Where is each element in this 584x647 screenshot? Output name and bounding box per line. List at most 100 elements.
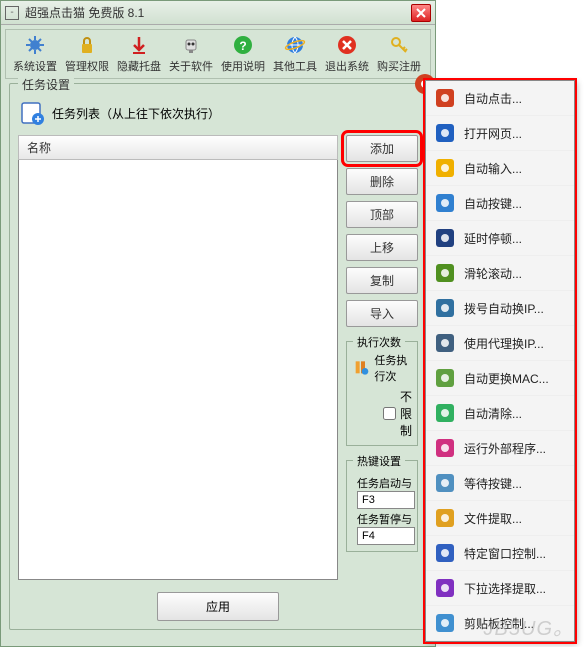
menu-item-file-extract[interactable]: 文件提取... [426, 501, 574, 536]
dial-change-ip-icon [434, 297, 456, 319]
arrow-down-icon [128, 34, 150, 56]
app-window: - 超强点击猫 免费版 8.1 系统设置管理权限隐藏托盘关于软件? 使用说明其他工… [0, 0, 436, 647]
up-button[interactable]: 上移 [346, 234, 418, 261]
menu-item-label: 自动点击... [464, 90, 522, 107]
wait-keypress-icon [434, 472, 456, 494]
menu-item-auto-input[interactable]: 自动输入... [426, 151, 574, 186]
menu-item-label: 等待按键... [464, 475, 522, 492]
menu-item-auto-keypress[interactable]: 自动按键... [426, 186, 574, 221]
menu-item-dropdown-extract[interactable]: 下拉选择提取... [426, 571, 574, 606]
dropdown-extract-icon [434, 577, 456, 599]
pause-hotkey-input[interactable] [357, 527, 415, 545]
menu-item-label: 使用代理换IP... [464, 335, 544, 352]
task-list-header: 任务列表（从上往下依次执行） [18, 99, 418, 127]
menu-item-clipboard-control[interactable]: 剪贴板控制... [426, 606, 574, 641]
proxy-change-ip-icon [434, 332, 456, 354]
key-icon [388, 34, 410, 56]
toolbar-label: 隐藏托盘 [117, 58, 161, 74]
menu-item-run-external[interactable]: 运行外部程序... [426, 431, 574, 466]
svg-text:?: ? [239, 39, 246, 53]
exec-count-fieldset: 执行次数 任务执行次 不限制 [346, 341, 418, 446]
toolbar-manage-permissions[interactable]: 管理权限 [62, 32, 112, 76]
menu-item-label: 自动清除... [464, 405, 522, 422]
auto-input-icon [434, 157, 456, 179]
menu-item-open-webpage[interactable]: 打开网页... [426, 116, 574, 151]
start-hotkey-input[interactable] [357, 491, 415, 509]
toolbar-usage-help[interactable]: ? 使用说明 [218, 32, 268, 76]
menu-item-label: 剪贴板控制... [464, 615, 534, 632]
menu-item-label: 打开网页... [464, 125, 522, 142]
question-icon: ? [232, 34, 254, 56]
toolbar-hide-tray[interactable]: 隐藏托盘 [114, 32, 164, 76]
auto-clear-icon [434, 402, 456, 424]
hotkey-fieldset: 热键设置 任务启动与 [346, 460, 418, 552]
task-list-title: 任务列表（从上往下依次执行） [52, 105, 220, 122]
menu-item-window-control[interactable]: 特定窗口控制... [426, 536, 574, 571]
toolbar-label: 退出系统 [325, 58, 369, 74]
wheel-scroll-icon [434, 262, 456, 284]
hotkey-title: 热键设置 [353, 453, 405, 469]
toolbar-label: 使用说明 [221, 58, 265, 74]
delete-button[interactable]: 删除 [346, 168, 418, 195]
window-title: 超强点击猫 免费版 8.1 [25, 4, 411, 21]
open-webpage-icon [434, 122, 456, 144]
close-button[interactable] [411, 4, 431, 22]
gear-icon [24, 34, 46, 56]
menu-item-proxy-change-ip[interactable]: 使用代理换IP... [426, 326, 574, 361]
task-buttons-panel: 添加 删除 顶部 上移 复制 导入 执行次数 [346, 135, 418, 580]
task-list[interactable] [18, 160, 338, 580]
task-settings-fieldset: 任务设置 任务列表（从上往下依次执行） 名称 [9, 83, 427, 630]
exec-count-title: 执行次数 [353, 334, 405, 350]
auto-keypress-icon [434, 192, 456, 214]
robot-icon [180, 34, 202, 56]
toolbar-exit-system[interactable]: 退出系统 [322, 32, 372, 76]
menu-item-dial-change-ip[interactable]: 拨号自动换IP... [426, 291, 574, 326]
menu-item-label: 下拉选择提取... [464, 580, 546, 597]
menu-item-label: 特定窗口控制... [464, 545, 546, 562]
menu-item-label: 自动输入... [464, 160, 522, 177]
toolbar-buy-register[interactable]: 购买注册 [374, 32, 424, 76]
menu-item-auto-click[interactable]: 自动点击... [426, 81, 574, 116]
run-external-icon [434, 437, 456, 459]
menu-item-wait-keypress[interactable]: 等待按键... [426, 466, 574, 501]
apply-button[interactable]: 应用 [157, 592, 279, 621]
toolbar-label: 管理权限 [65, 58, 109, 74]
unlimited-label: 不限制 [400, 388, 412, 439]
toolbar-system-settings[interactable]: 系统设置 [10, 32, 60, 76]
delay-pause-icon [434, 227, 456, 249]
window-control-icon [434, 542, 456, 564]
menu-item-auto-clear[interactable]: 自动清除... [426, 396, 574, 431]
add-button[interactable]: 添加 [346, 135, 418, 162]
titlebar: - 超强点击猫 免费版 8.1 [1, 1, 435, 25]
toolbar-label: 关于软件 [169, 58, 213, 74]
menu-item-label: 滑轮滚动... [464, 265, 522, 282]
menu-item-label: 自动按键... [464, 195, 522, 212]
toolbar-about-software[interactable]: 关于软件 [166, 32, 216, 76]
top-button[interactable]: 顶部 [346, 201, 418, 228]
exec-icon [353, 355, 370, 381]
menu-item-wheel-scroll[interactable]: 滑轮滚动... [426, 256, 574, 291]
menu-item-label: 文件提取... [464, 510, 522, 527]
auto-click-icon [434, 87, 456, 109]
menu-item-label: 延时停顿... [464, 230, 522, 247]
menu-item-label: 自动更换MAC... [464, 370, 549, 387]
copy-button[interactable]: 复制 [346, 267, 418, 294]
menu-item-auto-change-mac[interactable]: 自动更换MAC... [426, 361, 574, 396]
toolbar-other-tools[interactable]: 其他工具 [270, 32, 320, 76]
toolbar-label: 其他工具 [273, 58, 317, 74]
clipboard-control-icon [434, 612, 456, 634]
menu-item-delay-pause[interactable]: 延时停顿... [426, 221, 574, 256]
start-hotkey-label: 任务启动与 [357, 475, 415, 491]
close-icon [416, 8, 426, 18]
pause-hotkey-label: 任务暂停与 [357, 511, 415, 527]
x-red-icon [336, 34, 358, 56]
window-icon: - [5, 6, 19, 20]
task-settings-title: 任务设置 [18, 76, 74, 93]
menu-item-label: 运行外部程序... [464, 440, 546, 457]
unlimited-checkbox[interactable] [383, 407, 396, 420]
ie-icon [284, 34, 306, 56]
menu-item-label: 拨号自动换IP... [464, 300, 544, 317]
list-column-header: 名称 [18, 135, 338, 160]
import-button[interactable]: 导入 [346, 300, 418, 327]
task-list-icon [18, 99, 46, 127]
